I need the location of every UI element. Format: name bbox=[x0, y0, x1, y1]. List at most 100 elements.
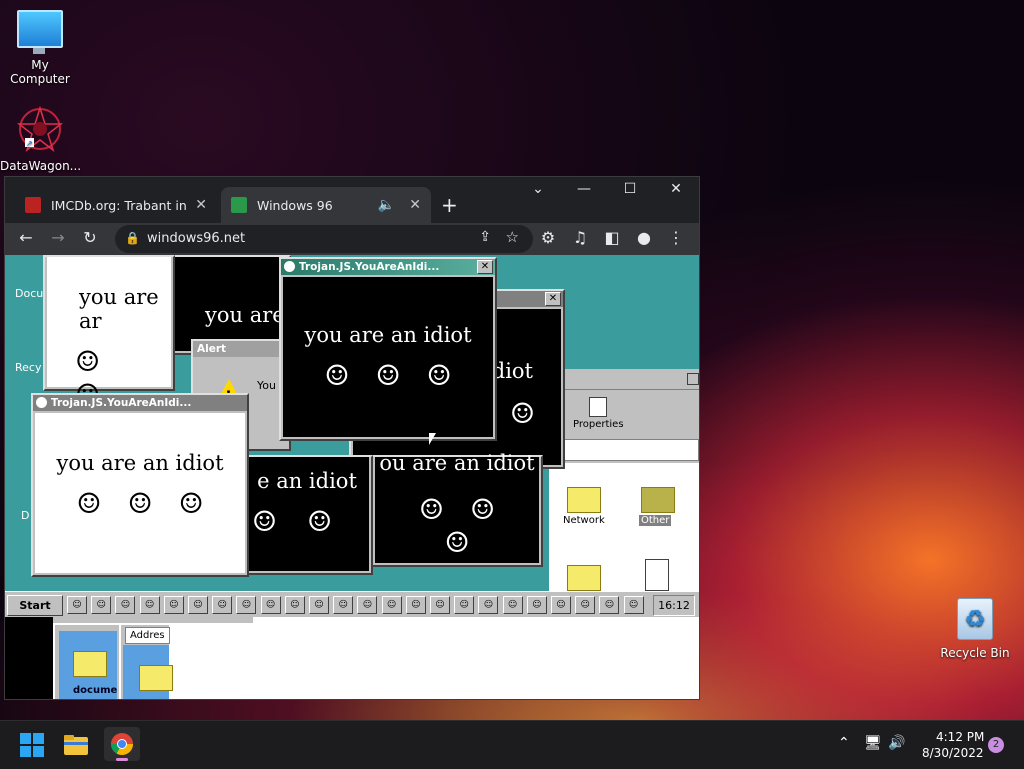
file-explorer-icon[interactable] bbox=[60, 729, 92, 761]
other-label[interactable]: Other bbox=[639, 515, 672, 526]
lock-icon: 🔒 bbox=[125, 231, 140, 245]
win96-taskbar-window-button[interactable]: ☺ bbox=[139, 596, 160, 614]
win96-taskbar-window-button[interactable]: ☺ bbox=[91, 596, 112, 614]
win96-taskbar-window-button[interactable]: ☺ bbox=[381, 596, 402, 614]
win96-taskbar-window-button[interactable]: ☺ bbox=[357, 596, 378, 614]
recycle-bin-icon: ♻ bbox=[957, 598, 993, 640]
network-label[interactable]: Network bbox=[563, 515, 605, 526]
win96-explorer-window: Properties Network Other bbox=[549, 369, 699, 591]
win96-clock: 16:12 bbox=[653, 595, 695, 616]
extensions-icon[interactable]: ⚙ bbox=[537, 228, 559, 247]
minimize-button[interactable]: — bbox=[561, 181, 607, 197]
win96-taskbar-window-button[interactable]: ☺ bbox=[115, 596, 136, 614]
win96-taskbar-window-button[interactable]: ☺ bbox=[575, 596, 596, 614]
win96-taskbar-window-button[interactable]: ☺ bbox=[430, 596, 450, 614]
windows-start-icon[interactable] bbox=[16, 729, 48, 761]
win96-taskbar-window-button[interactable]: ☺ bbox=[188, 596, 208, 614]
close-window-button[interactable]: ✕ bbox=[653, 181, 699, 197]
win96-taskbar-window-button[interactable]: ☺ bbox=[236, 596, 257, 614]
win96-taskbar-window-button[interactable]: ☺ bbox=[526, 596, 547, 614]
datawagon-icon: ↗ bbox=[16, 105, 64, 153]
chrome-icon[interactable] bbox=[104, 727, 140, 761]
win96-taskbar-window-button[interactable]: ☺ bbox=[502, 596, 523, 614]
win96-taskbar-window-button[interactable]: ☺ bbox=[405, 596, 426, 614]
back-button[interactable]: ← bbox=[15, 228, 37, 247]
popup-text: you are ar bbox=[79, 285, 159, 333]
page-viewport: Docu Recy D Properties Network Other you… bbox=[5, 255, 699, 699]
desktop-icon-my-computer[interactable]: My Computer bbox=[0, 10, 80, 86]
share-icon[interactable]: ⇪ bbox=[479, 229, 491, 245]
show-hidden-icons-chevron[interactable]: ⌃ bbox=[838, 735, 850, 751]
win96-taskbar-window-button[interactable]: ☺ bbox=[454, 596, 475, 614]
desktop-icon-label: My Computer bbox=[10, 58, 70, 86]
menu-kebab-icon[interactable]: ⋮ bbox=[665, 228, 687, 247]
popup-text: you are an idiot bbox=[304, 323, 472, 347]
tab-search-chevron-icon[interactable]: ⌄ bbox=[515, 181, 561, 197]
desktop-icon-datawagon[interactable]: ↗ DataWagon... bbox=[0, 105, 81, 173]
svg-text:↗: ↗ bbox=[26, 139, 33, 148]
win96-taskbar-window-button[interactable]: ☺ bbox=[163, 596, 184, 614]
clock-date[interactable]: 8/30/2022 bbox=[922, 746, 984, 760]
desktop-icon-recycle-bin[interactable]: ♻ Recycle Bin bbox=[935, 598, 1015, 660]
windows-taskbar: ⌃ 🖥 🔊 4:12 PM 8/30/2022 2 bbox=[0, 720, 1024, 769]
properties-icon[interactable] bbox=[589, 397, 607, 417]
popup-titlebar: Trojan.JS.YouAreAnIdi... bbox=[281, 259, 495, 275]
win96-taskbar-window-button[interactable]: ☺ bbox=[67, 596, 87, 614]
popup-window-white-front: Trojan.JS.YouAreAnIdi... you are an idio… bbox=[31, 393, 249, 577]
audio-playing-icon[interactable]: 🔈 bbox=[378, 197, 395, 213]
tab-strip: IMCDb.org: Trabant in mov ✕ Windows 96 🔈… bbox=[5, 177, 699, 223]
document-icon[interactable] bbox=[645, 559, 669, 591]
profile-icon[interactable]: ● bbox=[633, 228, 655, 247]
new-tab-button[interactable]: + bbox=[441, 193, 458, 217]
win96-taskbar-window-button[interactable]: ☺ bbox=[260, 596, 281, 614]
browser-window: IMCDb.org: Trabant in mov ✕ Windows 96 🔈… bbox=[4, 176, 700, 700]
notification-badge[interactable]: 2 bbox=[988, 737, 1004, 753]
win96-taskbar-window-button[interactable]: ☺ bbox=[212, 596, 233, 614]
tab-imcdb[interactable]: IMCDb.org: Trabant in mov ✕ bbox=[15, 187, 217, 223]
close-tab-icon[interactable]: ✕ bbox=[195, 197, 207, 213]
forward-button[interactable]: → bbox=[47, 228, 69, 247]
documents-folder-icon[interactable] bbox=[73, 651, 107, 677]
network-icon[interactable]: 🖥 bbox=[864, 735, 882, 751]
clock-time[interactable]: 4:12 PM bbox=[936, 730, 984, 744]
folder-icon[interactable] bbox=[139, 665, 173, 691]
alert-titlebar: Alert bbox=[193, 341, 289, 357]
win96-desktop: Docu Recy D Properties Network Other you… bbox=[5, 255, 699, 699]
maximize-button[interactable]: ☐ bbox=[607, 181, 653, 197]
side-panel-icon[interactable]: ◧ bbox=[601, 228, 623, 247]
media-control-icon[interactable]: ♫ bbox=[569, 228, 591, 247]
documents-folder-label[interactable]: docume bbox=[73, 685, 117, 696]
win96-taskbar-window-button[interactable]: ☺ bbox=[478, 596, 499, 614]
close-icon[interactable]: ✕ bbox=[477, 260, 493, 274]
smiley-title-icon bbox=[284, 261, 295, 272]
popup-titlebar: Trojan.JS.YouAreAnIdi... bbox=[33, 395, 247, 411]
win96-start-button[interactable]: Start bbox=[7, 595, 63, 616]
folder-icon[interactable] bbox=[567, 565, 601, 591]
tab-windows96[interactable]: Windows 96 🔈 ✕ bbox=[221, 187, 431, 223]
bookmark-star-icon[interactable]: ☆ bbox=[506, 228, 519, 246]
other-folder-icon[interactable] bbox=[641, 487, 675, 513]
volume-icon[interactable]: 🔊 bbox=[888, 735, 905, 751]
alert-text: You bbox=[257, 379, 276, 392]
win96-taskbar-window-button[interactable]: ☺ bbox=[333, 596, 354, 614]
win96-side-label: D bbox=[21, 509, 30, 522]
win96-lower-area: docume Addres bbox=[5, 617, 699, 699]
close-icon[interactable]: ✕ bbox=[545, 292, 561, 306]
win96-taskbar-window-button[interactable]: ☺ bbox=[284, 596, 305, 614]
win96-taskbar-window-button[interactable]: ☺ bbox=[599, 596, 620, 614]
close-tab-icon[interactable]: ✕ bbox=[409, 197, 421, 213]
properties-label[interactable]: Properties bbox=[573, 419, 624, 430]
win96-taskbar-window-button[interactable]: ☺ bbox=[623, 596, 644, 614]
win96-taskbar-window-button[interactable]: ☺ bbox=[309, 596, 329, 614]
reload-button[interactable]: ↻ bbox=[79, 228, 101, 247]
popup-window-active: Trojan.JS.YouAreAnIdi... ✕ you are an id… bbox=[279, 257, 497, 441]
popup-window-black-lower: ou are an idiot ☺☺☺ bbox=[371, 451, 543, 567]
popup-text: ou are an idiot bbox=[379, 451, 535, 475]
address-bar[interactable]: 🔒 windows96.net ⇪ ☆ bbox=[115, 225, 533, 253]
win96-taskbar-window-button[interactable]: ☺ bbox=[551, 596, 571, 614]
smiley-icon: ☺ bbox=[509, 397, 535, 430]
smiley-icons: ☺☺☺ bbox=[76, 487, 230, 520]
popup-title: Trojan.JS.YouAreAnIdi... bbox=[51, 397, 192, 409]
popup-text: you are bbox=[205, 303, 285, 327]
network-folder-icon[interactable] bbox=[567, 487, 601, 513]
